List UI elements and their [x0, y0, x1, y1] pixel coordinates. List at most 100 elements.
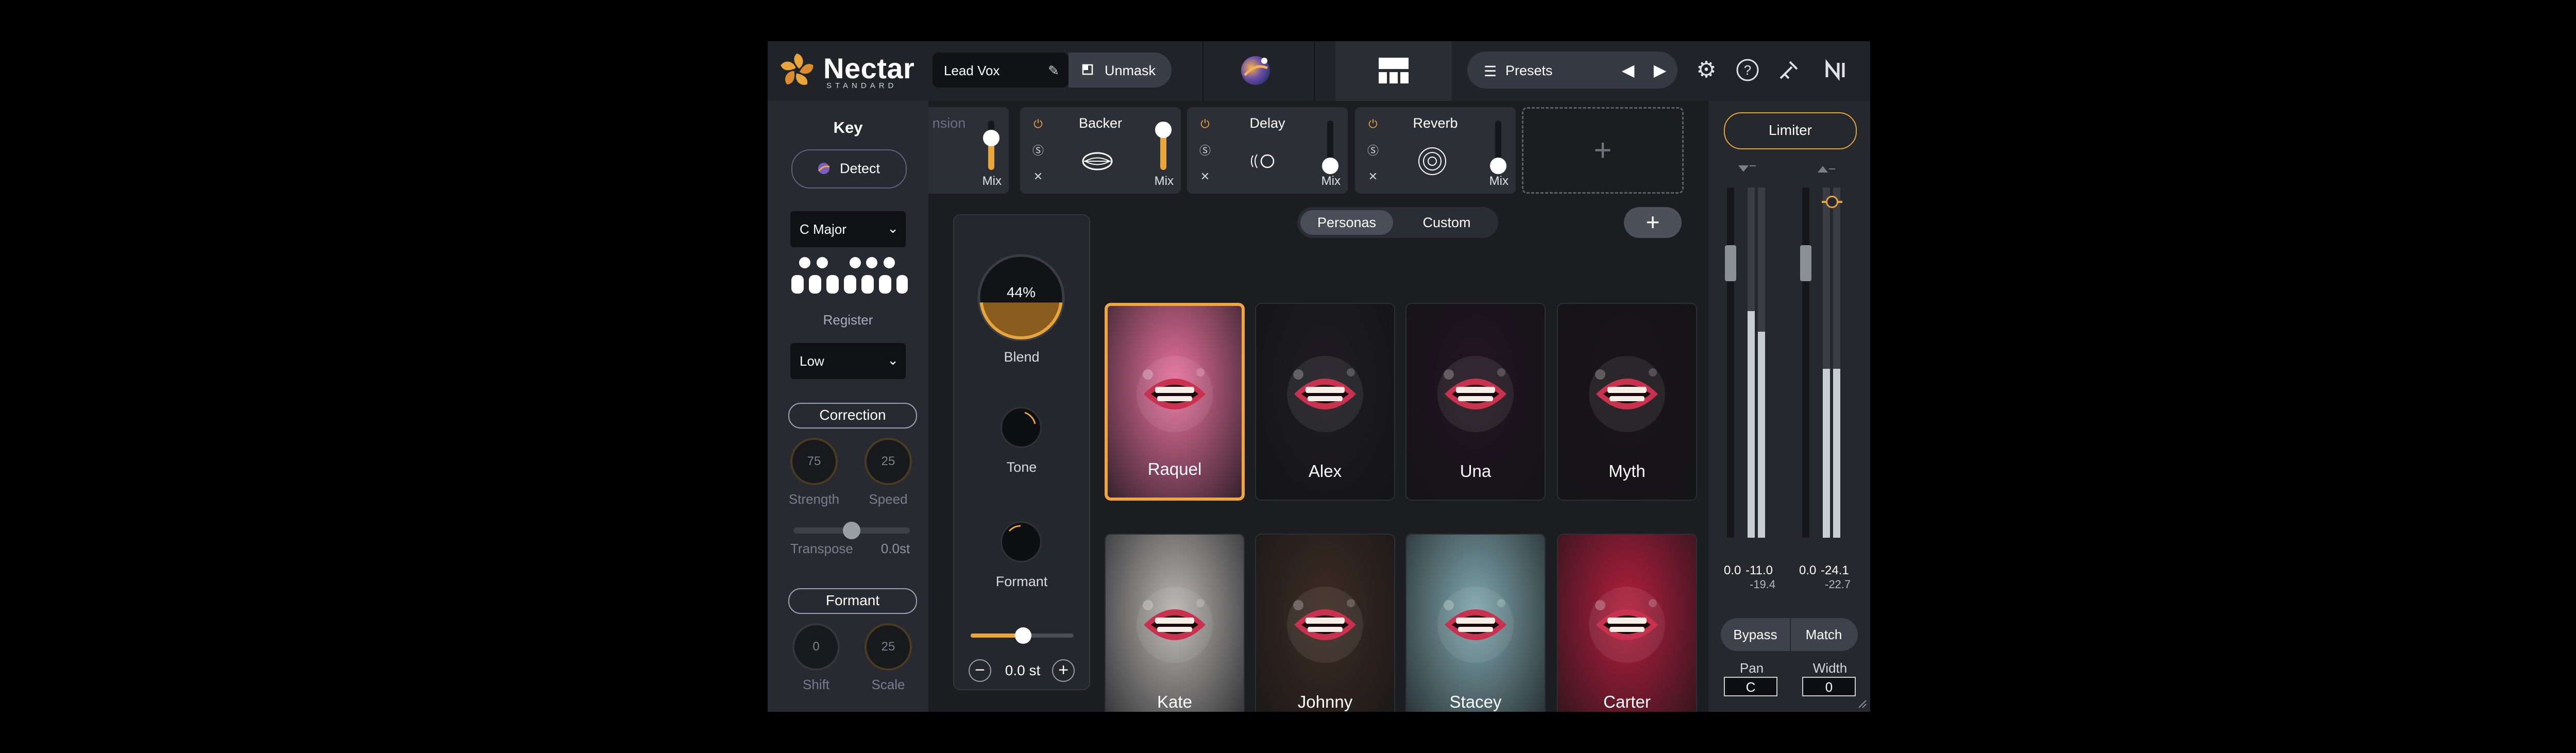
persona-mouth-icon [1137, 356, 1213, 433]
width-field[interactable]: 0 [1802, 677, 1856, 696]
backer-lips-icon [1082, 152, 1113, 170]
formant-knob[interactable] [1001, 521, 1042, 562]
limiter-button[interactable]: Limiter [1724, 112, 1857, 149]
tone-label: Tone [1006, 459, 1037, 475]
persona-mouth-icon [1287, 586, 1363, 663]
transpose-value: 0.0st [880, 541, 910, 556]
input-gain-marker-icon [1738, 165, 1756, 172]
mix-fader[interactable] [1155, 121, 1172, 170]
module-delay[interactable]: Delay ⏻ Ⓢ ✕ Mix [1187, 107, 1348, 194]
output-gain-marker-icon [1817, 166, 1835, 173]
presets-label: Presets [1505, 63, 1553, 78]
mix-handle[interactable] [1490, 158, 1506, 174]
module-chain: nsion Mix Backer ⏻ Ⓢ ✕ Mix Delay ⏻ Ⓢ ✕ M… [928, 101, 1708, 194]
module-dimension[interactable]: nsion Mix [928, 107, 1009, 194]
input-level-readout: -11.0 [1745, 563, 1773, 577]
persona-grid-view-button[interactable] [1335, 41, 1452, 101]
nectar-logo: Nectar STANDARD [777, 46, 931, 96]
close-icon[interactable]: ✕ [1197, 169, 1213, 184]
persona-card-alex[interactable]: Alex [1255, 303, 1395, 501]
mix-fader[interactable] [1322, 121, 1338, 174]
shift-knob[interactable]: 0 [792, 623, 840, 671]
solo-icon[interactable]: Ⓢ [1030, 143, 1046, 159]
tone-knob[interactable] [1001, 407, 1042, 448]
persona-card-johnny[interactable]: Johnny [1255, 534, 1395, 712]
match-button[interactable]: Match [1790, 618, 1858, 651]
input-gain-handle[interactable] [1725, 245, 1736, 281]
strength-knob[interactable]: 75 [790, 438, 838, 485]
top-bar: Nectar STANDARD Lead Vox ✎ Unmask ☰ Pres… [768, 41, 1870, 102]
persona-card-carter[interactable]: Carter [1557, 534, 1697, 712]
limiter-threshold-handle[interactable] [1826, 196, 1838, 208]
tab-custom[interactable]: Custom [1400, 210, 1493, 235]
power-icon[interactable]: ⏻ [1030, 116, 1046, 132]
grid-view-icon [1379, 58, 1409, 83]
mix-handle[interactable] [1322, 158, 1338, 174]
input-gain-slider[interactable] [1727, 187, 1734, 538]
power-icon[interactable]: ⏻ [1197, 116, 1213, 132]
persona-card-stacey[interactable]: Stacey [1405, 534, 1546, 712]
output-gain-handle[interactable] [1800, 245, 1811, 281]
piano-keys-icon[interactable] [790, 255, 909, 296]
close-icon[interactable]: ✕ [1365, 169, 1381, 184]
wrench-icon[interactable] [1774, 56, 1803, 84]
persona-mouth-icon [1437, 355, 1514, 432]
persona-name: Una [1460, 461, 1492, 481]
pitch-slider[interactable] [971, 627, 1074, 644]
persona-name: Carter [1603, 692, 1651, 711]
pencil-icon[interactable]: ✎ [1045, 62, 1062, 79]
mix-label: Mix [1154, 174, 1174, 188]
close-icon[interactable]: ✕ [1030, 169, 1046, 184]
next-preset-button[interactable]: ▶ [1649, 59, 1671, 81]
persona-card-kate[interactable]: Kate [1105, 534, 1245, 712]
output-level-readout: -24.1 [1821, 563, 1849, 577]
track-name-field[interactable]: Lead Vox ✎ [933, 53, 1069, 88]
pitch-slider-thumb[interactable] [1015, 627, 1031, 644]
solo-icon[interactable]: Ⓢ [1197, 143, 1213, 159]
mix-fader[interactable] [1490, 121, 1506, 174]
resize-grip-icon[interactable] [1857, 698, 1867, 709]
assistant-orb-icon[interactable] [1238, 53, 1274, 89]
solo-icon[interactable]: Ⓢ [1365, 143, 1381, 159]
settings-gear-icon[interactable]: ⚙ [1692, 56, 1721, 84]
help-icon[interactable]: ? [1733, 56, 1762, 84]
persona-name: Kate [1157, 692, 1192, 711]
shift-label: Shift [802, 677, 830, 692]
app-title: Nectar [823, 52, 915, 84]
input-meter-left-level [1748, 311, 1755, 538]
speed-knob[interactable]: 25 [865, 438, 912, 485]
key-select[interactable]: C Major ⌄ [790, 211, 906, 247]
formant-button[interactable]: Formant [788, 588, 917, 614]
output-gain-slider[interactable] [1802, 187, 1809, 538]
previous-preset-button[interactable]: ◀ [1617, 59, 1639, 81]
add-module-slot[interactable]: + [1522, 107, 1684, 194]
persona-tab-switch: Personas Custom [1297, 207, 1498, 238]
correction-button[interactable]: Correction [788, 403, 917, 429]
persona-card-una[interactable]: Una [1405, 303, 1546, 501]
persona-mouth-icon [1589, 355, 1665, 432]
add-persona-button[interactable]: + [1624, 207, 1682, 238]
mix-handle[interactable] [1155, 122, 1172, 138]
scale-knob[interactable]: 25 [865, 623, 912, 671]
presets-bar[interactable]: ☰ Presets ◀ ▶ [1467, 52, 1677, 89]
output-meter-right-level [1833, 369, 1840, 538]
pitch-increment-button[interactable]: + [1052, 659, 1075, 682]
persona-card-raquel[interactable]: Raquel [1105, 303, 1245, 501]
pitch-decrement-button[interactable]: − [969, 659, 991, 682]
detect-key-button[interactable]: Detect [791, 149, 907, 189]
mix-fader[interactable] [983, 121, 999, 170]
register-select[interactable]: Low ⌄ [790, 343, 906, 379]
pan-field[interactable]: C [1724, 677, 1777, 696]
power-icon[interactable]: ⏻ [1365, 116, 1381, 132]
module-reverb[interactable]: Reverb ⏻ Ⓢ ✕ Mix [1355, 107, 1516, 194]
persona-card-myth[interactable]: Myth [1557, 303, 1697, 501]
mix-handle[interactable] [983, 130, 999, 146]
transpose-slider-thumb[interactable] [843, 522, 860, 539]
module-backer[interactable]: Backer ⏻ Ⓢ ✕ Mix [1020, 107, 1181, 194]
divider [1314, 41, 1315, 101]
bypass-button[interactable]: Bypass [1721, 618, 1791, 651]
tab-personas[interactable]: Personas [1300, 210, 1393, 235]
blend-panel: 44% Blend Tone Formant − 0.0 st + [953, 214, 1090, 690]
unmask-button[interactable]: Unmask [1069, 53, 1172, 88]
ni-logo-icon[interactable] [1823, 56, 1852, 84]
